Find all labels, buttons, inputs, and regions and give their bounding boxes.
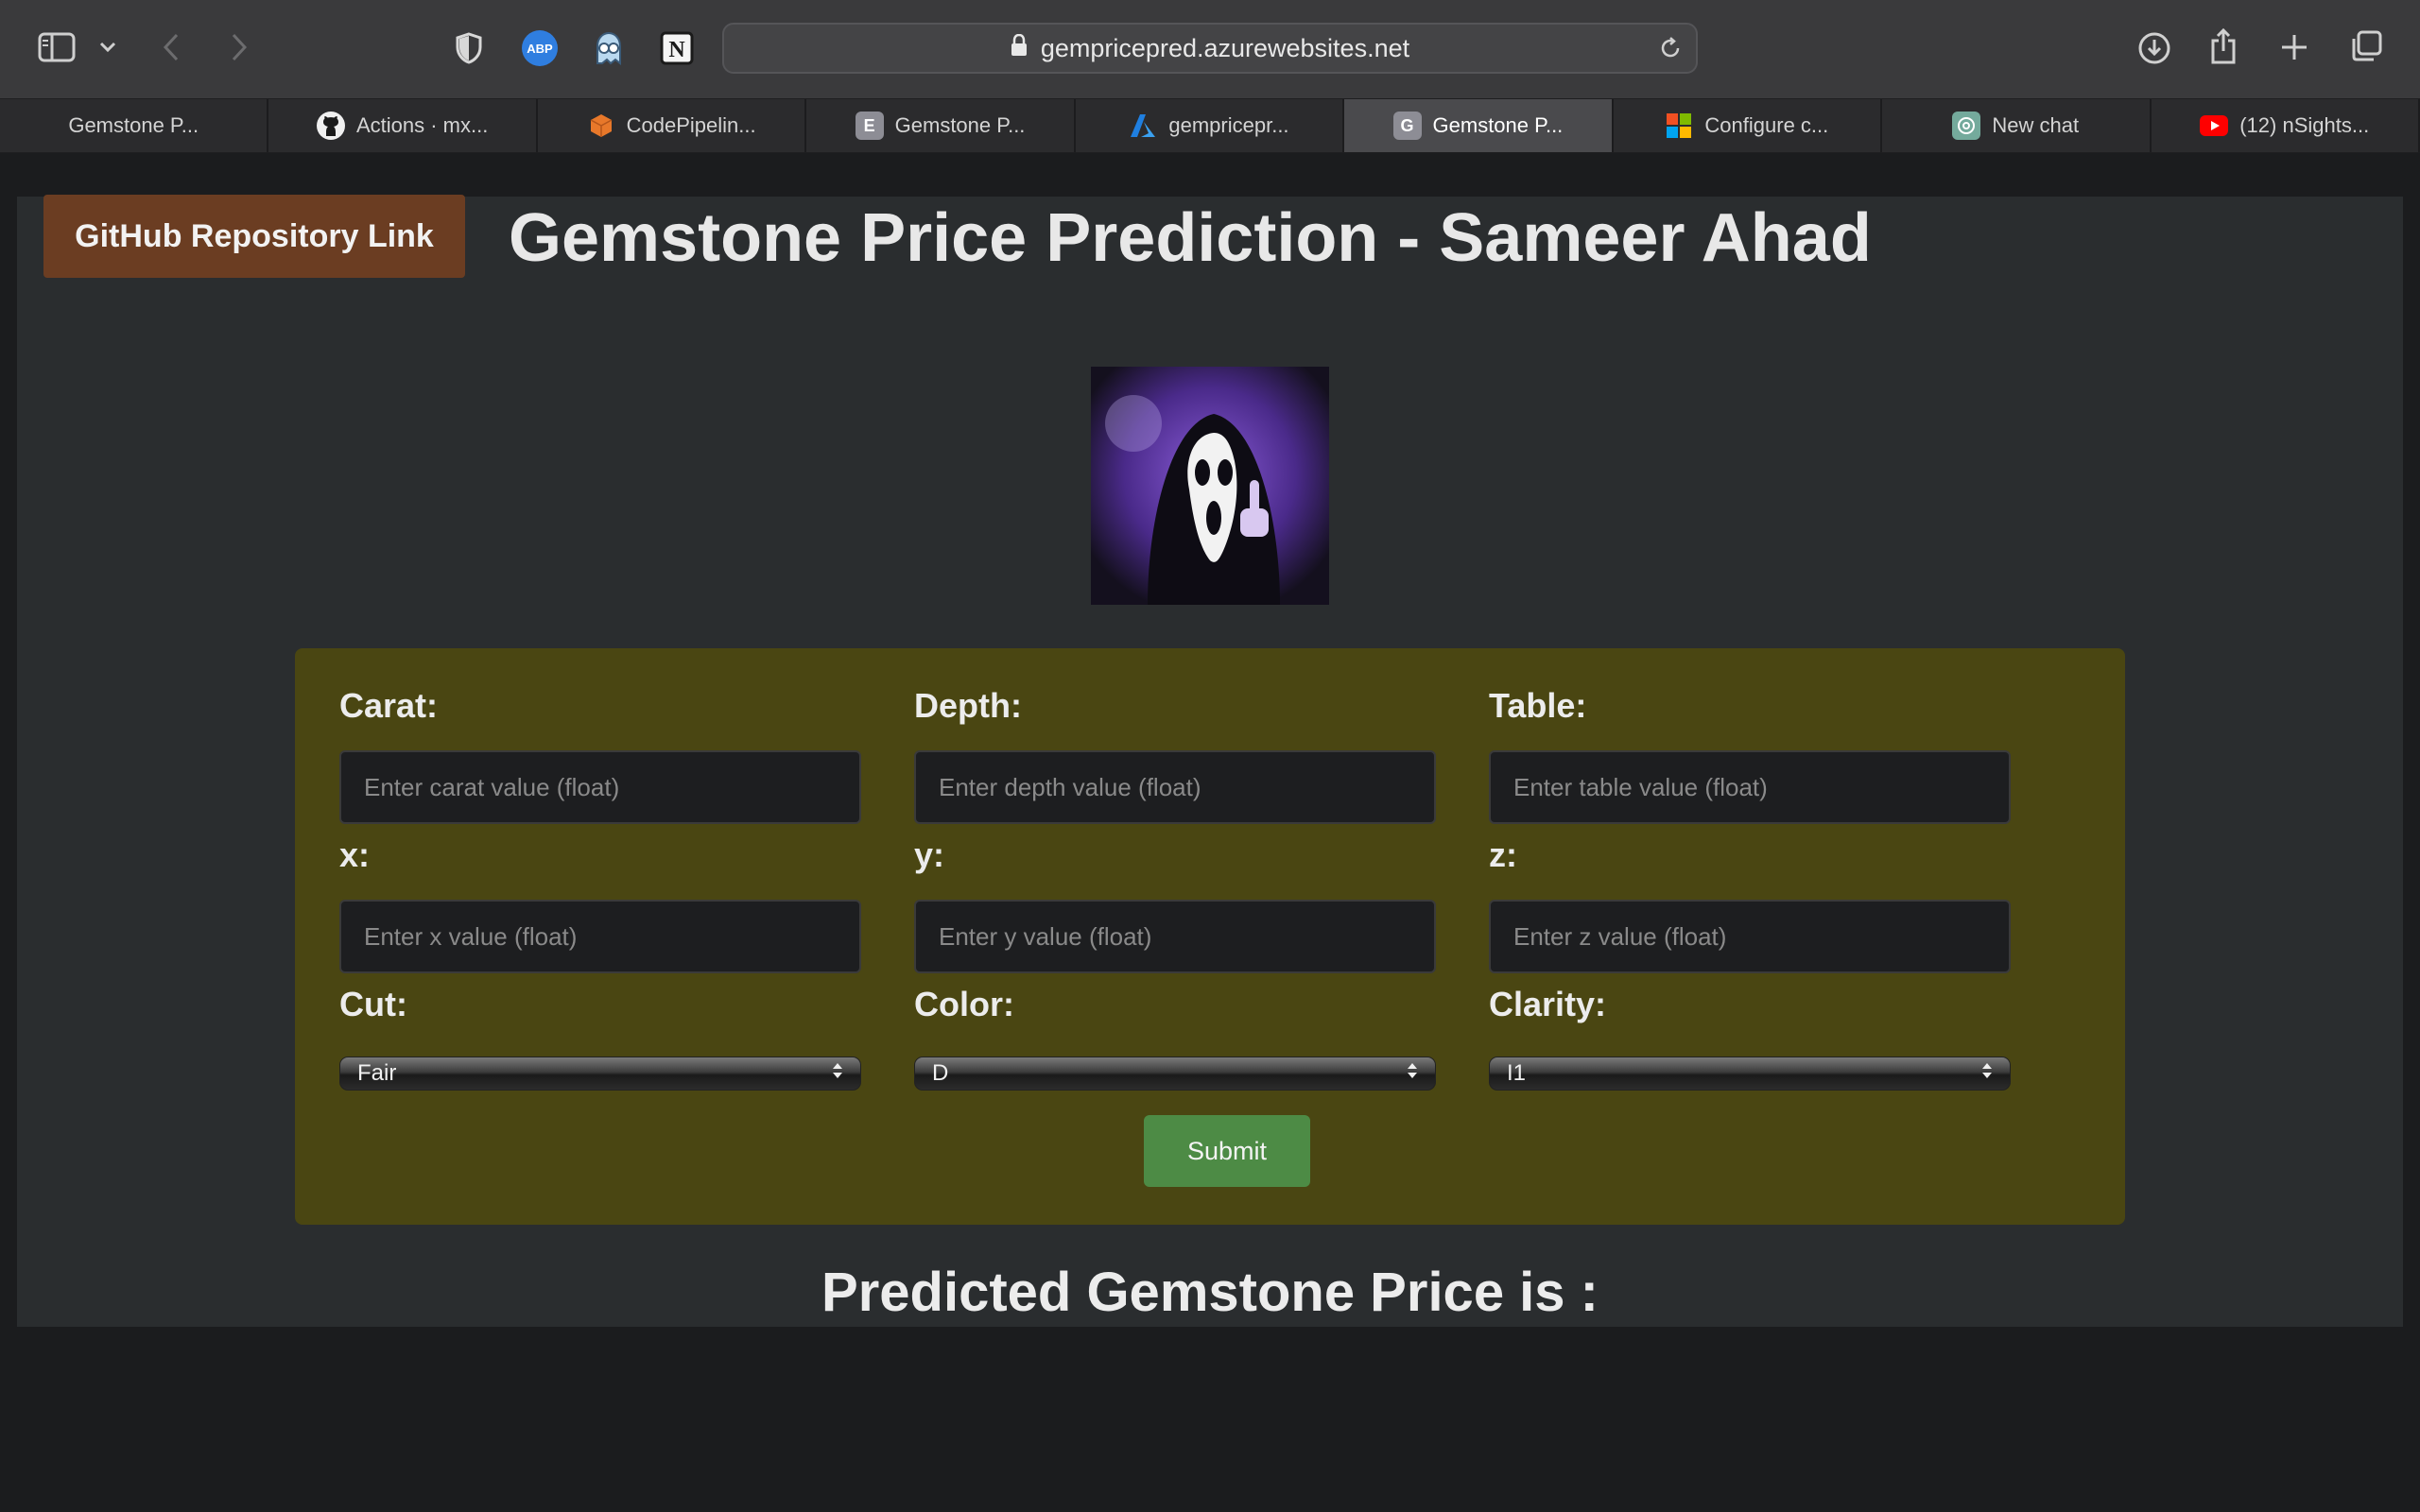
clarity-selected-value: I1 [1507, 1060, 1527, 1086]
letter-e-icon: E [855, 112, 884, 140]
adblock-plus-icon[interactable]: ABP [520, 28, 560, 68]
carat-field-group: Carat: [339, 686, 861, 824]
aws-codepipeline-icon [587, 112, 615, 140]
predicted-price-heading: Predicted Gemstone Price is : [821, 1262, 1599, 1323]
letter-g-icon: G [1392, 112, 1422, 140]
tab-youtube[interactable]: (12) nSights... [2152, 99, 2420, 152]
svg-text:N: N [668, 38, 685, 62]
url-text: gempricepred.azurewebsites.net [1040, 33, 1410, 62]
color-label: Color: [914, 985, 1014, 1023]
y-input[interactable] [914, 900, 1436, 973]
azure-icon [1129, 112, 1157, 140]
tab-label: New chat [1992, 113, 2080, 137]
tab-gemstone-e[interactable]: E Gemstone P... [806, 99, 1076, 152]
tab-label: CodePipelin... [626, 113, 756, 137]
reload-icon[interactable] [1658, 36, 1683, 67]
tab-codepipeline[interactable]: CodePipelin... [538, 99, 807, 152]
table-field-group: Table: [1489, 686, 2011, 824]
select-arrows-icon [832, 1060, 843, 1087]
tab-new-chat[interactable]: New chat [1882, 99, 2152, 152]
cut-label: Cut: [339, 985, 407, 1023]
tab-label: (12) nSights... [2239, 113, 2370, 137]
page-content: GitHub Repository Link Gemstone Price Pr… [17, 195, 2403, 1327]
submit-button[interactable]: Submit [1144, 1115, 1310, 1187]
depth-input[interactable] [914, 750, 1436, 824]
clarity-field-group: Clarity: I1 [1489, 985, 2011, 1091]
cut-selected-value: Fair [357, 1060, 397, 1086]
carat-input[interactable] [339, 750, 861, 824]
x-field-group: x: [339, 835, 861, 973]
tab-label: Gemstone P... [1432, 113, 1564, 137]
lock-icon [1011, 33, 1028, 63]
depth-label: Depth: [914, 686, 1022, 725]
downloads-icon[interactable] [2135, 28, 2174, 68]
table-input[interactable] [1489, 750, 2011, 824]
prediction-form: Carat: Depth: Table: x: y: z: Cut: Fair [295, 648, 2125, 1225]
clarity-select[interactable]: I1 [1489, 1057, 2011, 1091]
browser-toolbar: ABP N gempricepred.azurewebsites.net [0, 0, 2420, 98]
tab-label: Gemstone P... [894, 113, 1026, 137]
github-icon [316, 112, 345, 140]
tab-label: Gemstone P... [68, 113, 199, 137]
select-arrows-icon [1981, 1060, 1993, 1087]
new-tab-icon[interactable] [2276, 28, 2312, 66]
youtube-icon [2200, 112, 2229, 140]
tab-azure[interactable]: gempricepr... [1076, 99, 1345, 152]
tab-label: Actions · mx... [355, 113, 489, 137]
color-select[interactable]: D [914, 1057, 1436, 1091]
profile-image [1091, 367, 1329, 605]
cut-field-group: Cut: Fair [339, 985, 861, 1091]
forward-icon[interactable] [225, 28, 253, 66]
tab-label: Configure c... [1704, 113, 1829, 137]
tab-github-actions[interactable]: Actions · mx... [268, 99, 538, 152]
tab-strip: Gemstone P... Actions · mx... CodePipeli… [0, 98, 2420, 153]
table-label: Table: [1489, 686, 1587, 725]
share-icon[interactable] [2204, 25, 2242, 68]
openai-icon [1952, 112, 1981, 140]
cut-select[interactable]: Fair [339, 1057, 861, 1091]
z-input[interactable] [1489, 900, 2011, 973]
y-field-group: y: [914, 835, 1436, 973]
svg-text:ABP: ABP [527, 42, 553, 56]
select-arrows-icon [1407, 1060, 1418, 1087]
github-repository-link[interactable]: GitHub Repository Link [43, 195, 465, 278]
page-title: Gemstone Price Prediction - Sameer Ahad [509, 200, 1872, 276]
tab-label: gempricepr... [1168, 113, 1289, 137]
x-label: x: [339, 835, 371, 874]
depth-field-group: Depth: [914, 686, 1436, 824]
privacy-shield-icon[interactable] [452, 30, 486, 66]
sidebar-toggle-icon[interactable] [34, 28, 79, 66]
clarity-label: Clarity: [1489, 985, 1607, 1023]
z-field-group: z: [1489, 835, 2011, 973]
color-selected-value: D [932, 1060, 949, 1086]
back-icon[interactable] [157, 28, 185, 66]
carat-label: Carat: [339, 686, 439, 725]
tab-gemstone-active[interactable]: G Gemstone P... [1344, 99, 1614, 152]
tab-gemstone-1[interactable]: Gemstone P... [0, 99, 269, 152]
address-bar[interactable]: gempricepred.azurewebsites.net [722, 23, 1698, 74]
y-label: y: [914, 835, 945, 874]
x-input[interactable] [339, 900, 861, 973]
tab-overview-icon[interactable] [2346, 26, 2386, 66]
z-label: z: [1489, 835, 1517, 874]
microsoft-icon [1665, 112, 1693, 140]
chevron-down-icon[interactable] [95, 36, 121, 59]
tab-configure[interactable]: Configure c... [1614, 99, 1883, 152]
ghost-icon[interactable] [588, 28, 630, 68]
notion-icon[interactable]: N [658, 28, 696, 68]
color-field-group: Color: D [914, 985, 1436, 1091]
